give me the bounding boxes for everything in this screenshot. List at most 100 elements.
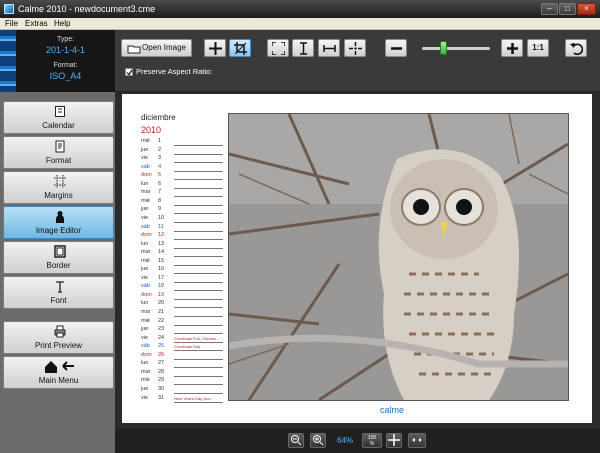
- sidebar-item-main-menu[interactable]: Main Menu: [3, 356, 114, 389]
- printer-icon: [54, 325, 66, 338]
- menu-extras[interactable]: Extras: [25, 19, 48, 28]
- margins-icon: [54, 175, 66, 188]
- logo-text: calme: [380, 405, 405, 415]
- one-to-one-button[interactable]: 1:1: [527, 39, 549, 57]
- day-name: mié: [141, 377, 150, 384]
- day-name: jue: [141, 326, 149, 333]
- day-name: dom: [141, 291, 152, 298]
- sidebar-item-label: Calendar: [42, 121, 75, 130]
- day-name: vie: [141, 274, 149, 281]
- sidebar-item-label: Print Preview: [34, 341, 83, 350]
- day-number: 31: [158, 394, 165, 401]
- day-name: lun: [141, 180, 149, 187]
- day-name: mié: [141, 197, 150, 204]
- magnifier-plus-icon: [313, 435, 324, 446]
- zoom-out-icon: [390, 47, 402, 50]
- font-icon: [56, 281, 64, 293]
- zoom-percent: 64%: [337, 436, 354, 445]
- open-image-button[interactable]: Open Image: [121, 39, 192, 57]
- zoom-in-button[interactable]: [501, 39, 523, 57]
- day-number: 22: [158, 317, 165, 324]
- month-name: diciembre: [141, 113, 176, 122]
- holiday-note: Christmas Day: [174, 344, 201, 350]
- preserve-aspect-label: Preserve Aspect Ratio:: [136, 67, 213, 76]
- day-name: lun: [141, 300, 149, 307]
- sidebar-item-format[interactable]: Format: [3, 136, 114, 169]
- day-name: vie: [141, 155, 149, 162]
- calendar-icon: [55, 106, 65, 117]
- zoom-in-bottom-button[interactable]: [310, 433, 326, 448]
- day-number: 30: [158, 385, 165, 392]
- sidebar-item-margins[interactable]: Margins: [3, 171, 114, 204]
- day-number: 21: [158, 309, 165, 315]
- center-button[interactable]: [344, 39, 366, 57]
- zoom-slider-thumb[interactable]: [440, 41, 447, 55]
- fit-icon: [270, 41, 286, 56]
- pan-icon: [388, 434, 400, 446]
- year: 2010: [141, 125, 162, 135]
- fit-height-button[interactable]: [292, 39, 314, 57]
- pan-button[interactable]: [386, 433, 402, 448]
- day-number: 18: [158, 283, 165, 290]
- crop-button[interactable]: [229, 39, 251, 57]
- document-info-panel: Type: 201-1-4-1 Format: ISO_A4: [0, 30, 115, 92]
- format-icon: [55, 140, 65, 153]
- owl-photo: [228, 113, 569, 402]
- close-button[interactable]: ×: [577, 3, 596, 15]
- day-name: sáb: [141, 223, 150, 230]
- day-number: 13: [158, 240, 165, 247]
- sidebar-item-label: Image Editor: [35, 226, 82, 235]
- day-name: mar: [141, 309, 151, 315]
- day-name: dom: [141, 351, 152, 358]
- move-icon: [208, 42, 222, 55]
- calendar-day-row: vie 31 New Year's Day, doc...: [141, 394, 223, 403]
- day-name: sáb: [141, 343, 150, 350]
- sidebar-item-image-editor[interactable]: Image Editor: [3, 206, 114, 239]
- format-label: Format:: [53, 62, 78, 69]
- day-name: jue: [141, 266, 149, 273]
- zoom-100-button[interactable]: 100 %: [362, 433, 382, 448]
- preserve-aspect-checkbox[interactable]: [125, 68, 133, 76]
- sidebar-item-label: Main Menu: [38, 376, 79, 385]
- menu-file[interactable]: File: [5, 19, 18, 28]
- day-number: 19: [158, 291, 165, 298]
- day-name: mié: [141, 317, 150, 324]
- zoom-out-button[interactable]: [385, 39, 407, 57]
- day-name: jue: [141, 385, 149, 392]
- day-number: 23: [158, 326, 165, 333]
- fit-width-icon: [322, 45, 336, 52]
- day-name: mié: [141, 257, 150, 264]
- day-number: 16: [158, 266, 165, 273]
- fit-bottom-button[interactable]: [408, 433, 426, 448]
- minimize-button[interactable]: –: [541, 3, 558, 15]
- photo-frame[interactable]: [228, 113, 569, 402]
- sidebar-item-print-preview[interactable]: Print Preview: [3, 321, 114, 354]
- zoom-in-icon: [506, 43, 518, 54]
- day-name: vie: [141, 214, 149, 221]
- zoom-out-bottom-button[interactable]: [288, 433, 304, 448]
- fit-width-button[interactable]: [318, 39, 340, 57]
- sidebar-item-label: Border: [46, 261, 71, 270]
- move-button[interactable]: [204, 39, 226, 57]
- sidebar-item-calendar[interactable]: Calendar: [3, 101, 114, 134]
- day-number: 17: [158, 274, 165, 281]
- sidebar-item-border[interactable]: Border: [3, 241, 114, 274]
- day-number: 29: [158, 377, 165, 384]
- day-name: sáb: [141, 283, 150, 290]
- day-number: 25: [158, 343, 165, 350]
- sidebar-item-font[interactable]: Font: [3, 276, 114, 309]
- day-number: 24: [158, 334, 165, 341]
- day-number: 9: [158, 206, 162, 213]
- bottom-bar: [115, 429, 600, 453]
- fit-button[interactable]: [267, 39, 289, 57]
- sidebar: Calendar Format Margins Image Editor Bor…: [0, 92, 115, 453]
- menu-help[interactable]: Help: [54, 19, 70, 28]
- holiday-note: New Year's Day, doc...: [174, 395, 214, 401]
- menu-bar: File Extras Help: [0, 18, 600, 30]
- day-number: 7: [158, 189, 162, 196]
- undo-button[interactable]: [565, 39, 587, 57]
- zoom-slider[interactable]: [422, 47, 490, 50]
- maximize-button[interactable]: □: [559, 3, 576, 15]
- day-number: 5: [158, 172, 162, 179]
- center-icon: [348, 42, 362, 55]
